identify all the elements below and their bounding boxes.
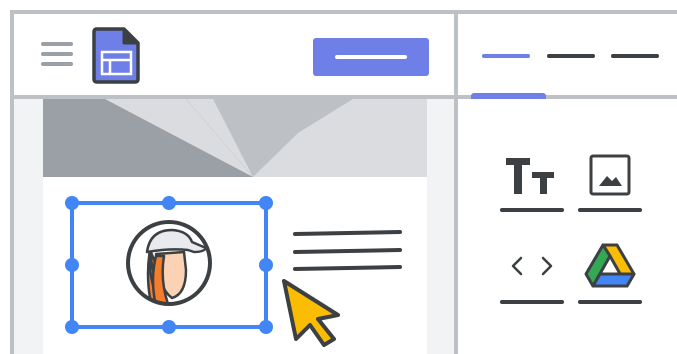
image-tool[interactable] (578, 148, 642, 212)
text-size-icon (506, 158, 554, 194)
mouse-pointer-icon (282, 279, 340, 347)
panel-divider (454, 10, 458, 354)
text-lines-icon (293, 230, 402, 271)
banner-image-placeholder (43, 99, 427, 177)
google-sites-icon (91, 26, 141, 84)
frame-top-edge (10, 10, 677, 14)
embed-tool[interactable] (500, 240, 564, 304)
primary-action-button[interactable] (313, 38, 429, 76)
text-tool[interactable] (500, 148, 564, 212)
panel-tab-3[interactable] (611, 51, 659, 61)
hamburger-menu-icon[interactable] (41, 42, 73, 66)
google-drive-icon (584, 243, 636, 288)
drive-tool[interactable] (578, 240, 642, 304)
bar-placeholder-icon (335, 55, 407, 59)
code-icon (511, 256, 553, 276)
panel-tab-2[interactable] (547, 51, 595, 61)
panel-tab-1[interactable] (482, 51, 530, 61)
frame-left-edge (10, 10, 14, 354)
person-avatar-icon (126, 220, 212, 306)
image-icon (589, 154, 631, 196)
active-tab-indicator (471, 93, 546, 99)
